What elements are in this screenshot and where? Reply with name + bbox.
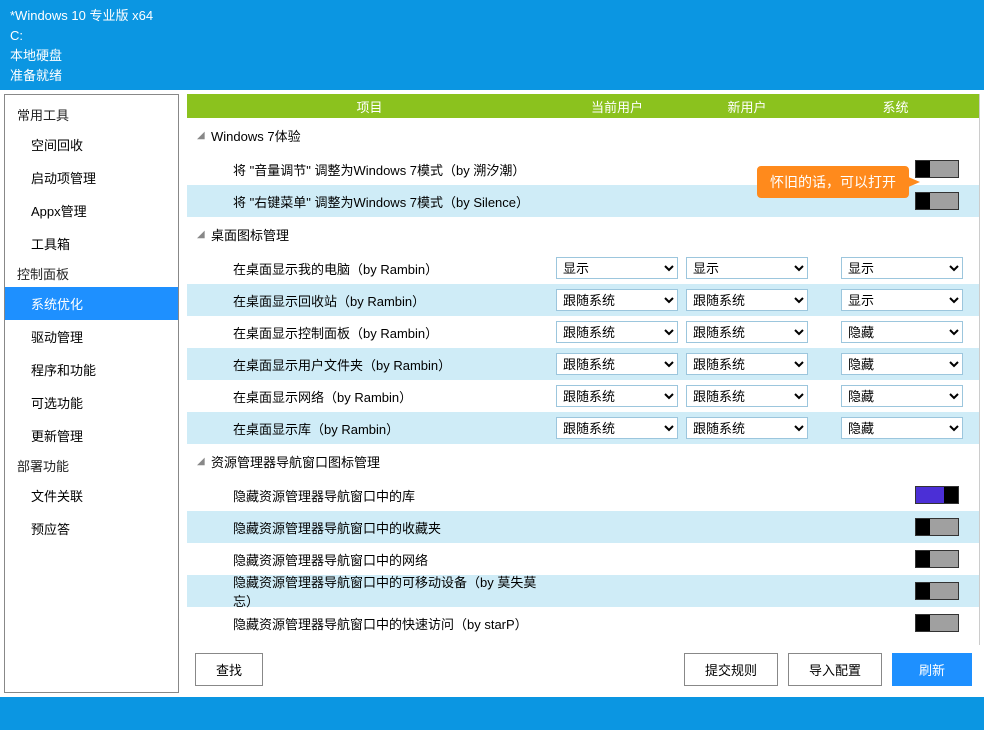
group-header[interactable]: ◢资源管理器导航窗口图标管理	[187, 444, 979, 479]
setting-label: 在桌面显示我的电脑（by Rambin）	[233, 259, 552, 278]
sidebar-item[interactable]: 文件关联	[5, 479, 178, 512]
setting-label: 隐藏资源管理器导航窗口中的快速访问（by starP）	[233, 614, 552, 633]
value-select[interactable]: 跟随系统	[686, 385, 808, 407]
setting-row: 在桌面显示库（by Rambin）跟随系统跟随系统隐藏	[187, 412, 979, 444]
setting-row: 隐藏资源管理器导航窗口中的收藏夹	[187, 511, 979, 543]
status-text: 准备就绪	[10, 66, 974, 86]
setting-label: 在桌面显示回收站（by Rambin）	[233, 291, 552, 310]
col-current-user: 当前用户	[552, 97, 682, 116]
col-new-user: 新用户	[682, 97, 812, 116]
toggle-switch[interactable]	[915, 486, 959, 504]
sidebar-item[interactable]: Appx管理	[5, 194, 178, 227]
setting-label: 隐藏资源管理器导航窗口中的网络	[233, 550, 552, 569]
expand-icon: ◢	[197, 130, 211, 141]
sidebar: 常用工具空间回收启动项管理Appx管理工具箱控制面板系统优化驱动管理程序和功能可…	[4, 94, 179, 693]
sidebar-item[interactable]: 驱动管理	[5, 320, 178, 353]
sidebar-item[interactable]: 空间回收	[5, 128, 178, 161]
setting-label: 隐藏资源管理器导航窗口中的可移动设备（by 莫失莫忘）	[233, 572, 552, 610]
header-bar: *Windows 10 专业版 x64 C: 本地硬盘 准备就绪	[0, 0, 984, 90]
footer-bar: 查找 提交规则 导入配置 刷新	[187, 645, 980, 693]
value-select[interactable]: 跟随系统	[686, 289, 808, 311]
value-select[interactable]: 隐藏	[841, 385, 963, 407]
group-header[interactable]: ◢Windows 7体验	[187, 118, 979, 153]
find-button[interactable]: 查找	[195, 653, 263, 686]
drive-letter: C:	[10, 26, 974, 46]
table-header-row: 项目 当前用户 新用户 系统	[187, 94, 979, 118]
setting-label: 在桌面显示控制面板（by Rambin）	[233, 323, 552, 342]
toggle-switch[interactable]	[915, 582, 959, 600]
sidebar-item[interactable]: 可选功能	[5, 386, 178, 419]
group-title: 桌面图标管理	[211, 225, 289, 244]
sidebar-item[interactable]: 程序和功能	[5, 353, 178, 386]
toggle-switch[interactable]	[915, 518, 959, 536]
setting-label: 在桌面显示库（by Rambin）	[233, 419, 552, 438]
setting-label: 隐藏资源管理器导航窗口中的库	[233, 486, 552, 505]
toggle-switch[interactable]	[915, 192, 959, 210]
setting-row: 在桌面显示我的电脑（by Rambin）显示显示显示	[187, 252, 979, 284]
bottom-status-bar	[0, 697, 984, 730]
setting-label: 在桌面显示用户文件夹（by Rambin）	[233, 355, 552, 374]
value-select[interactable]: 显示	[686, 257, 808, 279]
setting-row: 在桌面显示用户文件夹（by Rambin）跟随系统跟随系统隐藏	[187, 348, 979, 380]
value-select[interactable]: 跟随系统	[556, 289, 678, 311]
value-select[interactable]: 跟随系统	[556, 321, 678, 343]
sidebar-item[interactable]: 预应答	[5, 512, 178, 545]
callout-tip: 怀旧的话，可以打开	[757, 166, 909, 198]
sidebar-item[interactable]: 工具箱	[5, 227, 178, 260]
submit-rule-button[interactable]: 提交规则	[684, 653, 778, 686]
group-header[interactable]: ◢桌面图标管理	[187, 217, 979, 252]
import-config-button[interactable]: 导入配置	[788, 653, 882, 686]
value-select[interactable]: 跟随系统	[686, 417, 808, 439]
setting-label: 将 "音量调节" 调整为Windows 7模式（by 溯汐潮）	[233, 160, 552, 179]
setting-label: 将 "右键菜单" 调整为Windows 7模式（by Silence）	[233, 192, 552, 211]
window-title: *Windows 10 专业版 x64	[10, 6, 974, 26]
value-select[interactable]: 隐藏	[841, 321, 963, 343]
setting-row: 隐藏资源管理器导航窗口中的可移动设备（by 莫失莫忘）	[187, 575, 979, 607]
group-title: 资源管理器导航窗口图标管理	[211, 452, 380, 471]
value-select[interactable]: 隐藏	[841, 353, 963, 375]
value-select[interactable]: 显示	[841, 289, 963, 311]
sidebar-item[interactable]: 更新管理	[5, 419, 178, 452]
setting-label: 在桌面显示网络（by Rambin）	[233, 387, 552, 406]
refresh-button[interactable]: 刷新	[892, 653, 972, 686]
setting-row: 在桌面显示回收站（by Rambin）跟随系统跟随系统显示	[187, 284, 979, 316]
expand-icon: ◢	[197, 456, 211, 467]
value-select[interactable]: 跟随系统	[556, 353, 678, 375]
setting-row: 隐藏资源管理器导航窗口中的快速访问（by starP）	[187, 607, 979, 639]
value-select[interactable]: 跟随系统	[556, 385, 678, 407]
value-select[interactable]: 显示	[841, 257, 963, 279]
value-select[interactable]: 隐藏	[841, 417, 963, 439]
setting-row: 在桌面显示控制面板（by Rambin）跟随系统跟随系统隐藏	[187, 316, 979, 348]
sidebar-item[interactable]: 启动项管理	[5, 161, 178, 194]
disk-type: 本地硬盘	[10, 46, 974, 66]
value-select[interactable]: 跟随系统	[556, 417, 678, 439]
sidebar-group-header: 常用工具	[5, 101, 178, 128]
sidebar-item[interactable]: 系统优化	[5, 287, 178, 320]
sidebar-group-header: 控制面板	[5, 260, 178, 287]
setting-label: 隐藏资源管理器导航窗口中的收藏夹	[233, 518, 552, 537]
value-select[interactable]: 跟随系统	[686, 353, 808, 375]
setting-row: 隐藏资源管理器导航窗口中的库	[187, 479, 979, 511]
sidebar-group-header: 部署功能	[5, 452, 178, 479]
col-system: 系统	[812, 97, 979, 116]
toggle-switch[interactable]	[915, 550, 959, 568]
expand-icon: ◢	[197, 229, 211, 240]
setting-row: 在桌面显示网络（by Rambin）跟随系统跟随系统隐藏	[187, 380, 979, 412]
setting-row: 隐藏资源管理器导航窗口中的网络	[187, 543, 979, 575]
toggle-switch[interactable]	[915, 614, 959, 632]
col-item: 项目	[187, 97, 552, 116]
value-select[interactable]: 显示	[556, 257, 678, 279]
group-title: Windows 7体验	[211, 126, 301, 145]
value-select[interactable]: 跟随系统	[686, 321, 808, 343]
